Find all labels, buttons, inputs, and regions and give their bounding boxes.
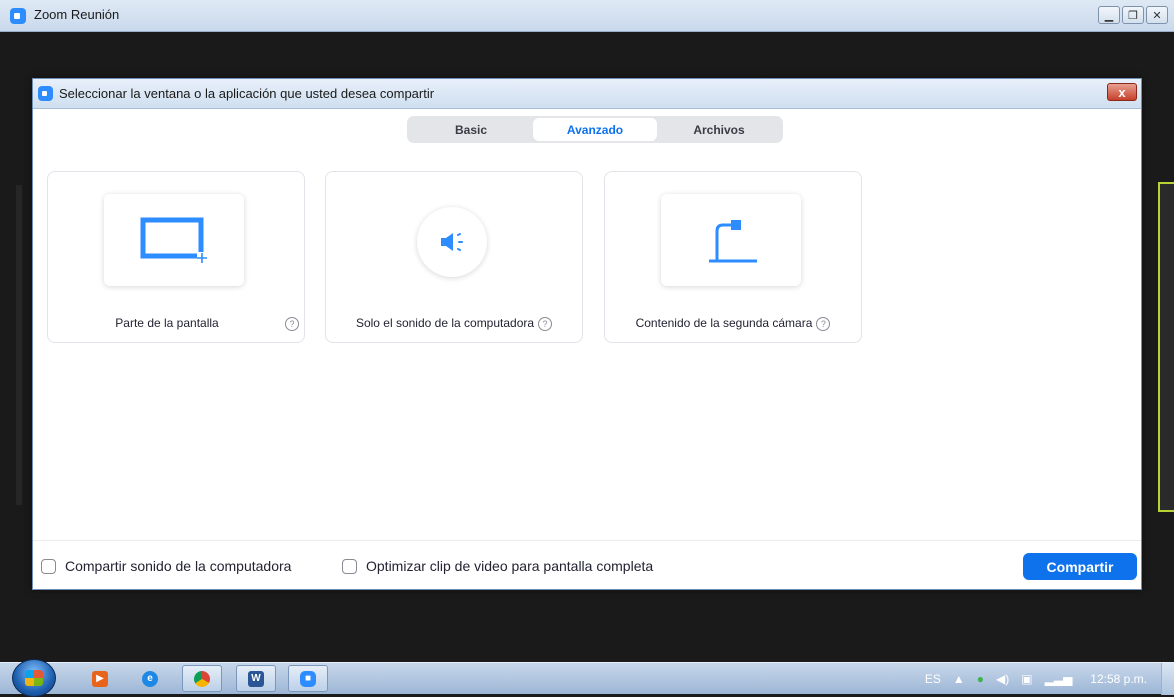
- checkbox-box[interactable]: [41, 558, 56, 574]
- word-icon: W: [248, 670, 264, 687]
- dialog-titlebar: Seleccionar la ventana o la aplicación q…: [33, 79, 1141, 109]
- taskbar: ▶ e W ■ ES ▲ ● ◀) ▣ ▂▃▅ 12:58 p.m.: [0, 659, 1174, 697]
- checkbox-box[interactable]: [342, 558, 357, 574]
- speaker-icon: [441, 233, 463, 251]
- minimize-button[interactable]: ▁: [1098, 6, 1120, 24]
- zoom-app-icon: [10, 8, 26, 24]
- option-label: Solo el sonido de la computadora?: [326, 316, 582, 331]
- share-button[interactable]: Compartir: [1023, 553, 1137, 580]
- taskbar-app-media-player[interactable]: ▶: [80, 665, 120, 692]
- option-icon-box: [661, 194, 801, 286]
- video-strip-left: [16, 185, 22, 505]
- tab-basic[interactable]: Basic: [409, 118, 533, 141]
- video-tile-active-speaker[interactable]: [1158, 182, 1174, 512]
- tab-files[interactable]: Archivos: [657, 118, 781, 141]
- show-hidden-icons[interactable]: ▲: [953, 672, 965, 686]
- minimize-icon: ▁: [1104, 9, 1114, 22]
- show-desktop-button[interactable]: [1161, 663, 1174, 695]
- restore-button[interactable]: ❐: [1122, 6, 1144, 24]
- option-icon-circle: [417, 207, 487, 277]
- window-titlebar: Zoom Reunión ▁ ❐ ✕: [0, 0, 1174, 32]
- taskbar-app-chrome[interactable]: [182, 665, 222, 692]
- footer-divider: [33, 540, 1141, 541]
- option-icon-box: [104, 194, 244, 286]
- network-icon[interactable]: ▣: [1021, 672, 1032, 686]
- taskbar-app-word[interactable]: W: [236, 665, 276, 692]
- tab-advanced[interactable]: Avanzado: [533, 118, 657, 141]
- clock[interactable]: 12:58 p.m.: [1090, 672, 1147, 686]
- option-label: Parte de la pantalla: [115, 316, 219, 330]
- dialog-close-button[interactable]: x: [1107, 83, 1137, 101]
- option-computer-sound[interactable]: Solo el sonido de la computadora?: [325, 171, 583, 343]
- chrome-icon: [194, 670, 210, 687]
- close-icon: ✕: [1152, 9, 1162, 22]
- media-player-icon: ▶: [92, 670, 108, 687]
- checkbox-label: Optimizar clip de video para pantalla co…: [366, 558, 654, 574]
- help-icon[interactable]: ?: [816, 316, 831, 331]
- option-screen-portion[interactable]: Parte de la pantalla ?: [47, 171, 305, 343]
- zoom-app-icon: [38, 86, 53, 101]
- share-computer-sound-checkbox[interactable]: Compartir sonido de la computadora: [41, 558, 291, 574]
- start-button[interactable]: [12, 659, 56, 697]
- volume-icon[interactable]: ◀): [996, 672, 1009, 686]
- optimize-video-checkbox[interactable]: Optimizar clip de video para pantalla co…: [342, 558, 653, 574]
- option-label-text: Contenido de la segunda cámara: [635, 316, 813, 330]
- option-label: Contenido de la segunda cámara?: [605, 316, 861, 331]
- internet-explorer-icon: e: [142, 670, 158, 687]
- option-second-camera[interactable]: Contenido de la segunda cámara?: [604, 171, 862, 343]
- taskbar-app-internet-explorer[interactable]: e: [130, 665, 170, 692]
- language-indicator[interactable]: ES: [925, 672, 941, 686]
- signal-icon[interactable]: ▂▃▅: [1045, 672, 1073, 686]
- window-title: Zoom Reunión: [34, 7, 120, 22]
- system-tray: ES ▲ ● ◀) ▣ ▂▃▅ 12:58 p.m.: [925, 663, 1174, 695]
- security-tray-icon[interactable]: ●: [977, 672, 984, 686]
- share-tabs: Basic Avanzado Archivos: [407, 116, 783, 143]
- help-icon[interactable]: ?: [538, 316, 553, 331]
- taskbar-app-zoom[interactable]: ■: [288, 665, 328, 692]
- screen-portion-icon: [140, 217, 207, 263]
- document-camera-icon: [709, 220, 757, 263]
- option-label-text: Solo el sonido de la computadora: [355, 316, 535, 330]
- restore-icon: ❐: [1128, 9, 1138, 22]
- share-screen-dialog: Seleccionar la ventana o la aplicación q…: [32, 78, 1142, 590]
- checkbox-label: Compartir sonido de la computadora: [65, 558, 292, 574]
- dialog-title: Seleccionar la ventana o la aplicación q…: [59, 86, 435, 101]
- zoom-icon: ■: [300, 670, 316, 687]
- window-close-button[interactable]: ✕: [1146, 6, 1168, 24]
- help-icon[interactable]: ?: [285, 317, 299, 331]
